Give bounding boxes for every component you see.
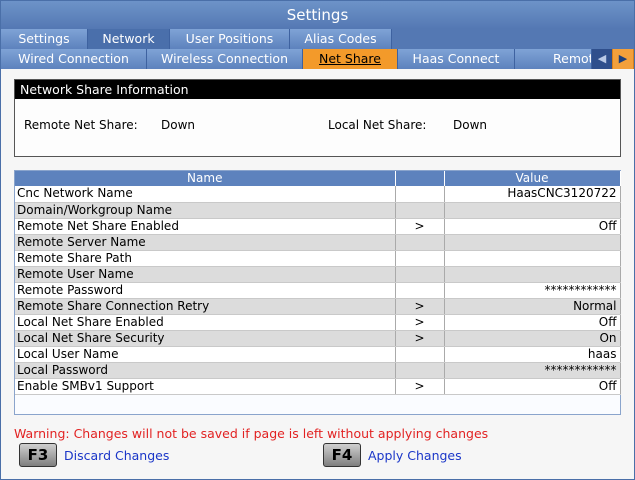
tab-net-share[interactable]: Net Share [303,49,398,69]
setting-name: Remote Password [15,282,396,299]
network-share-info-panel: Network Share Information Remote Net Sha… [14,79,621,157]
tab-remote[interactable]: Remote [515,49,592,69]
tab-haas-connect[interactable]: Haas Connect [398,49,515,69]
setting-value[interactable] [444,266,621,283]
tab-wireless-connection[interactable]: Wireless Connection [147,49,303,69]
setting-submenu-arrow[interactable] [395,266,445,283]
column-header-name: Name [15,171,396,186]
setting-value[interactable] [444,234,621,251]
table-row[interactable]: Remote Net Share Enabled > Off [15,218,621,235]
tab-wired-connection[interactable]: Wired Connection [1,49,147,69]
local-share-status: Down [453,118,488,132]
table-row[interactable]: Domain/Workgroup Name [15,202,621,219]
setting-submenu-arrow[interactable] [395,282,445,299]
setting-name: Remote Share Connection Retry [15,298,396,315]
table-row[interactable]: Remote Share Connection Retry > Normal [15,298,621,315]
setting-name: Remote User Name [15,266,396,283]
setting-value[interactable] [444,250,621,267]
setting-name: Remote Net Share Enabled [15,218,396,235]
settings-window: Settings Settings Network User Positions… [0,0,635,480]
setting-value[interactable]: Off [444,378,621,395]
setting-submenu-arrow[interactable]: > [395,298,445,315]
table-row[interactable]: Remote Server Name [15,234,621,251]
panel-title: Network Share Information [15,80,620,99]
setting-value[interactable]: ************ [444,362,621,379]
table-row[interactable]: Cnc Network Name HaasCNC3120722 [15,186,621,203]
tab-network[interactable]: Network [88,29,170,49]
setting-submenu-arrow[interactable] [395,346,445,363]
table-row[interactable]: Local Net Share Enabled > Off [15,314,621,331]
setting-value[interactable]: On [444,330,621,347]
discard-changes-button[interactable]: Discard Changes [64,448,169,463]
setting-value[interactable] [444,202,621,219]
tab-alias-codes[interactable]: Alias Codes [290,29,392,49]
table-row[interactable]: Remote User Name [15,266,621,283]
setting-name: Local Net Share Enabled [15,314,396,331]
setting-submenu-arrow[interactable] [395,202,445,219]
setting-name: Domain/Workgroup Name [15,202,396,219]
setting-submenu-arrow[interactable]: > [395,330,445,347]
setting-value[interactable]: haas [444,346,621,363]
tab-settings[interactable]: Settings [1,29,88,49]
setting-submenu-arrow[interactable] [395,234,445,251]
window-title: Settings [1,1,634,29]
sub-tab-bar: Wired Connection Wireless Connection Net… [1,49,634,69]
table-row[interactable]: Remote Share Path [15,250,621,267]
setting-name: Remote Share Path [15,250,396,267]
setting-value[interactable]: ************ [444,282,621,299]
settings-table: Name Value Cnc Network Name HaasCNC312072… [14,170,621,415]
triangle-left-icon[interactable]: ◀ [592,49,612,69]
unsaved-changes-warning: Warning: Changes will not be saved if pa… [14,426,489,441]
setting-submenu-arrow[interactable] [395,362,445,379]
setting-submenu-arrow[interactable] [395,250,445,267]
setting-name: Enable SMBv1 Support [15,378,396,395]
table-row[interactable]: Local Net Share Security > On [15,330,621,347]
apply-changes-button[interactable]: Apply Changes [368,448,462,463]
local-share-label: Local Net Share: [328,118,427,132]
settings-table-grid: Name Value Cnc Network Name HaasCNC312072… [15,171,621,395]
triangle-right-icon[interactable]: ▶ [613,49,633,69]
remote-share-label: Remote Net Share: [24,118,138,132]
tab-scroll-controls: ◀ ▶ [592,49,634,69]
setting-name: Remote Server Name [15,234,396,251]
f3-key-icon[interactable]: F3 [19,443,57,467]
column-header-arrow [395,171,445,186]
setting-submenu-arrow[interactable] [395,186,445,203]
f4-key-icon[interactable]: F4 [323,443,361,467]
table-row[interactable]: Local Password ************ [15,362,621,379]
table-row[interactable]: Local User Name haas [15,346,621,363]
setting-name: Local Password [15,362,396,379]
table-row[interactable]: Enable SMBv1 Support > Off [15,378,621,395]
setting-name: Local Net Share Security [15,330,396,347]
setting-submenu-arrow[interactable]: > [395,218,445,235]
top-tab-bar: Settings Network User Positions Alias Co… [1,29,634,49]
column-header-value: Value [444,171,621,186]
setting-value[interactable]: Normal [444,298,621,315]
setting-submenu-arrow[interactable]: > [395,378,445,395]
setting-value[interactable]: HaasCNC3120722 [444,186,621,203]
table-row[interactable]: Remote Password ************ [15,282,621,299]
setting-name: Cnc Network Name [15,186,396,203]
remote-share-status: Down [161,118,196,132]
setting-name: Local User Name [15,346,396,363]
setting-value[interactable]: Off [444,218,621,235]
setting-value[interactable]: Off [444,314,621,331]
setting-submenu-arrow[interactable]: > [395,314,445,331]
tab-user-positions[interactable]: User Positions [170,29,290,49]
tab-remote-label: Remote [553,51,591,66]
